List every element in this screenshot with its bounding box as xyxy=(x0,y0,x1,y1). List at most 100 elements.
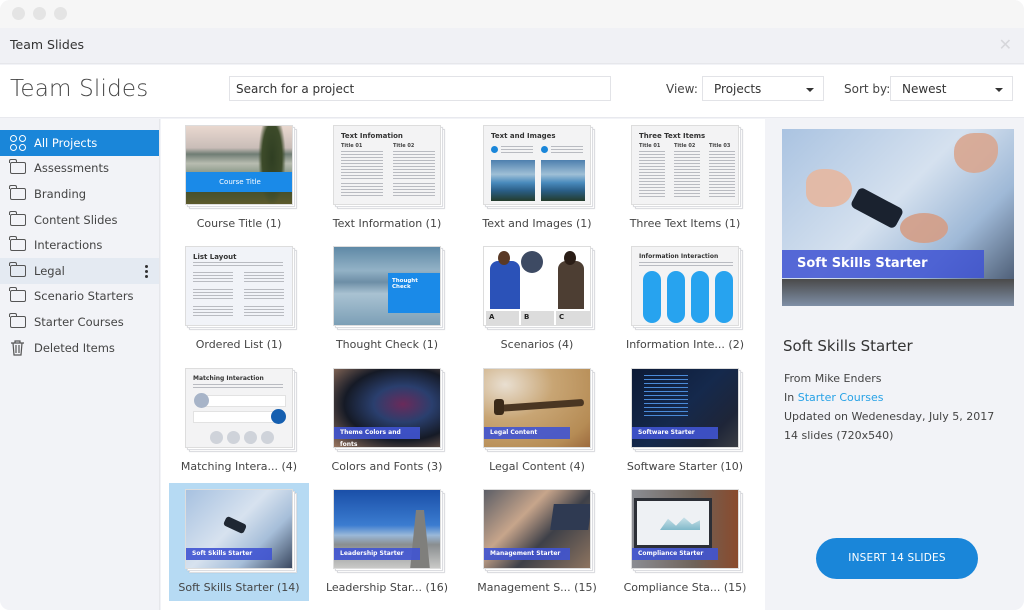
project-updated: Updated on Wedenesday, July 5, 2017 xyxy=(784,410,995,423)
folder-icon xyxy=(9,312,26,329)
sidebar-item-scenario-starters[interactable]: Scenario Starters xyxy=(0,284,159,310)
folder-prefix: In xyxy=(784,391,798,404)
thumbnail-subtitle: Title 02 xyxy=(393,143,415,149)
folder-icon xyxy=(9,184,26,201)
trash-icon xyxy=(9,339,26,356)
project-thumbnail: Three Text Items Title 01 Title 02 Title… xyxy=(631,125,739,205)
project-label: Colors and Fonts (3) xyxy=(331,460,443,473)
folder-icon xyxy=(9,261,26,278)
project-card-matching-interaction[interactable]: Matching Interaction Matching Intera... … xyxy=(169,362,309,480)
project-thumbnail: Theme Colors and fonts xyxy=(333,368,441,448)
project-label: Management S... (15) xyxy=(477,581,597,594)
thumbnail-title: List Layout xyxy=(193,253,237,261)
project-label: Matching Intera... (4) xyxy=(180,460,298,473)
window-close-dot[interactable] xyxy=(12,7,25,20)
project-thumbnail: Matching Interaction xyxy=(185,368,293,448)
folder-link[interactable]: Starter Courses xyxy=(798,391,884,404)
project-card-text-information[interactable]: Text Infomation Title 01 Title 02 Text I… xyxy=(317,119,457,237)
project-folder: In Starter Courses xyxy=(784,391,884,404)
sidebar-item-starter-courses[interactable]: Starter Courses xyxy=(0,309,159,335)
project-thumbnail: Leadership Starter xyxy=(333,489,441,569)
project-label: Thought Check (1) xyxy=(335,338,439,351)
os-titlebar xyxy=(0,0,1024,28)
thumbnail-subtitle: Title 03 xyxy=(709,143,731,149)
project-thumbnail: A B C xyxy=(483,246,591,326)
grid-icon xyxy=(9,134,26,151)
thumbnail-subtitle: Title 02 xyxy=(674,143,696,149)
project-card-management-starter[interactable]: Management Starter Management S... (15) xyxy=(467,483,607,601)
folder-icon xyxy=(9,159,26,175)
window-minimize-dot[interactable] xyxy=(33,7,46,20)
project-card-compliance-starter[interactable]: Compliance Starter Compliance Sta... (15… xyxy=(615,483,755,601)
project-label: Text and Images (1) xyxy=(482,217,592,230)
sort-label: Sort by: xyxy=(844,82,891,96)
project-label: Leadership Star... (16) xyxy=(325,581,449,594)
project-label: Ordered List (1) xyxy=(195,338,283,351)
project-card-colors-and-fonts[interactable]: Theme Colors and fonts Colors and Fonts … xyxy=(317,362,457,480)
sidebar-item-all-projects[interactable]: All Projects xyxy=(0,130,159,156)
sidebar-item-branding[interactable]: Branding xyxy=(0,181,159,207)
project-card-leadership-starter[interactable]: Leadership Starter Leadership Star... (1… xyxy=(317,483,457,601)
project-card-scenarios[interactable]: A B C Scenarios (4) xyxy=(467,240,607,358)
more-options-icon[interactable] xyxy=(145,263,148,280)
project-card-software-starter[interactable]: Software Starter Software Starter (10) xyxy=(615,362,755,480)
window-maximize-dot[interactable] xyxy=(54,7,67,20)
project-grid: Course Title Course Title (1) Text Infom… xyxy=(161,119,765,610)
project-label: Course Title (1) xyxy=(196,217,282,230)
sidebar-item-label: Deleted Items xyxy=(34,340,115,355)
sidebar-item-label: Branding xyxy=(34,186,87,201)
project-label: Software Starter (10) xyxy=(626,460,744,473)
project-label: Soft Skills Starter (14) xyxy=(178,581,300,594)
sidebar-item-deleted-items[interactable]: Deleted Items xyxy=(0,335,159,361)
project-thumbnail: Management Starter xyxy=(483,489,591,569)
sort-select-value: Newest xyxy=(902,82,947,96)
app-header: Team Slides ✕ xyxy=(0,28,1024,64)
option-a: A xyxy=(486,311,519,325)
sidebar-item-legal[interactable]: Legal xyxy=(0,257,159,284)
project-thumbnail: Information Interaction xyxy=(631,246,739,326)
project-card-thought-check[interactable]: Thought Check Thought Check (1) xyxy=(317,240,457,358)
project-card-three-text-items[interactable]: Three Text Items Title 01 Title 02 Title… xyxy=(615,119,755,237)
project-label: Scenarios (4) xyxy=(500,338,574,351)
close-icon[interactable]: ✕ xyxy=(999,35,1012,54)
sort-select[interactable]: Newest xyxy=(890,76,1013,101)
project-thumbnail: Software Starter xyxy=(631,368,739,448)
sidebar-item-interactions[interactable]: Interactions xyxy=(0,232,159,258)
project-card-ordered-list[interactable]: List Layout Ordered List (1) xyxy=(169,240,309,358)
sidebar-item-label: Starter Courses xyxy=(34,314,124,329)
thumbnail-callout: Thought Check xyxy=(388,273,440,313)
toolbar: Team Slides Search for a project View: P… xyxy=(0,65,1024,118)
project-card-course-title[interactable]: Course Title Course Title (1) xyxy=(169,119,309,237)
sidebar-item-label: Legal xyxy=(34,263,65,278)
team-slides-window: Team Slides ✕ Team Slides Search for a p… xyxy=(0,0,1024,610)
project-thumbnail: Course Title xyxy=(185,125,293,205)
project-thumbnail: List Layout xyxy=(185,246,293,326)
thumbnail-banner: Software Starter xyxy=(632,427,718,439)
thumbnail-banner: Course Title xyxy=(186,172,292,192)
project-name: Soft Skills Starter xyxy=(783,337,913,355)
sidebar-item-label: Interactions xyxy=(34,238,103,253)
thumbnail-title: Text and Images xyxy=(491,132,556,140)
thumbnail-banner: Leadership Starter xyxy=(334,548,420,560)
thumbnail-title: Three Text Items xyxy=(639,132,706,140)
project-card-information-interaction[interactable]: Information Interaction Information Inte… xyxy=(615,240,755,358)
sidebar-item-assessments[interactable]: Assessments xyxy=(0,156,159,182)
folder-icon xyxy=(9,287,26,303)
search-placeholder: Search for a project xyxy=(236,82,355,96)
project-thumbnail: Text and Images xyxy=(483,125,591,205)
thumbnail-title: Text Infomation xyxy=(341,132,403,140)
view-select[interactable]: Projects xyxy=(702,76,824,101)
project-thumbnail: Compliance Starter xyxy=(631,489,739,569)
insert-slides-button[interactable]: INSERT 14 SLIDES xyxy=(816,538,978,579)
sidebar-item-label: All Projects xyxy=(34,135,98,150)
search-input[interactable]: Search for a project xyxy=(229,76,611,101)
sidebar-item-content-slides[interactable]: Content Slides xyxy=(0,207,159,233)
sidebar-item-label: Scenario Starters xyxy=(34,289,134,304)
project-card-text-and-images[interactable]: Text and Images Text and Images (1) xyxy=(467,119,607,237)
preview-banner: Soft Skills Starter xyxy=(782,250,984,278)
thumbnail-subtitle: Title 01 xyxy=(639,143,661,149)
thumbnail-title: Information Interaction xyxy=(639,253,719,260)
project-card-soft-skills-starter[interactable]: Soft Skills Starter Soft Skills Starter … xyxy=(169,483,309,601)
project-card-legal-content[interactable]: Legal Content Legal Content (4) xyxy=(467,362,607,480)
project-thumbnail: Legal Content xyxy=(483,368,591,448)
